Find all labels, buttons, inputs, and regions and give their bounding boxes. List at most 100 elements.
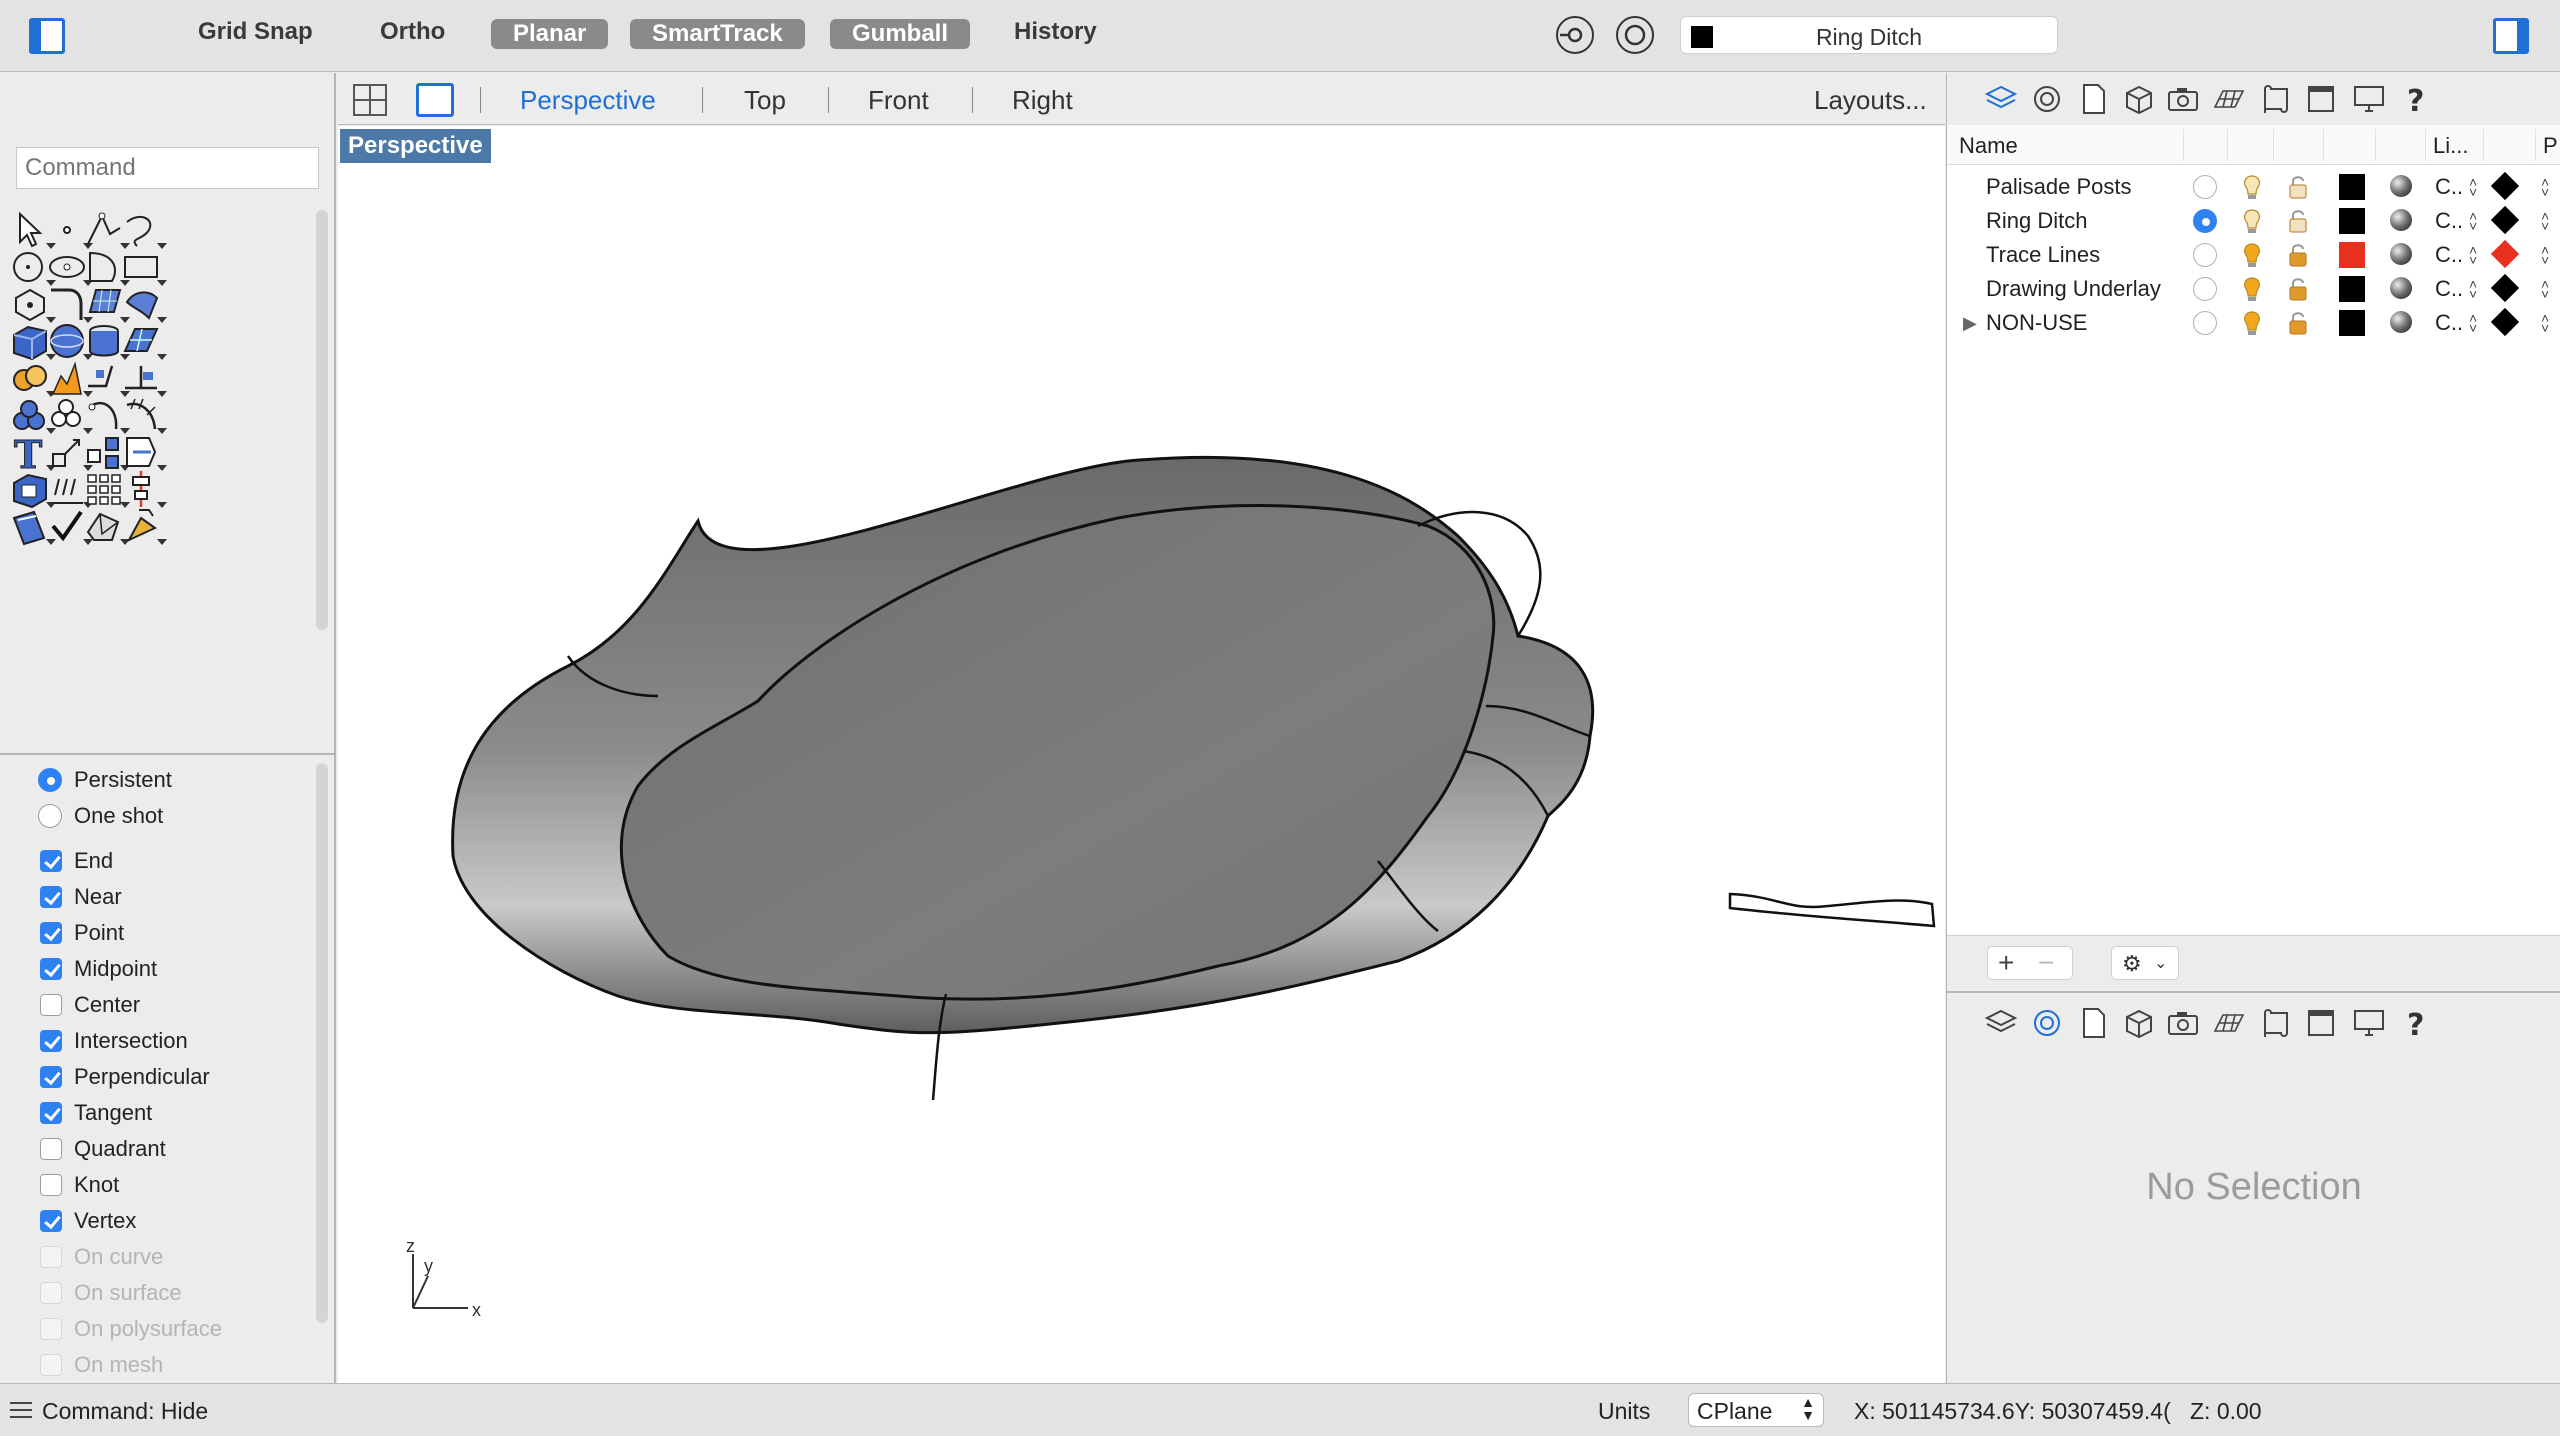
tool-palette-scrollbar[interactable]: [316, 210, 328, 630]
layer-color-swatch[interactable]: [2339, 174, 2365, 200]
panel-divider[interactable]: [0, 753, 336, 755]
layer-linetype[interactable]: C..: [2435, 174, 2463, 200]
lightbulb-icon[interactable]: [2239, 241, 2265, 269]
layer-name[interactable]: NON-USE: [1986, 310, 2087, 336]
units-label[interactable]: Units: [1598, 1398, 1650, 1425]
checkbox[interactable]: [40, 1174, 62, 1196]
osnap-near[interactable]: Near: [36, 880, 296, 910]
record-history-icon[interactable]: [1556, 16, 1594, 54]
linetype-stepper-icon[interactable]: ˄ ˅: [2469, 311, 2477, 335]
checkbox[interactable]: [40, 1066, 62, 1088]
layer-options-button[interactable]: ⚙ ⌄: [2111, 946, 2179, 980]
perspective-viewport[interactable]: z y x Perspective: [338, 126, 1945, 1383]
lightbulb-icon[interactable]: [2239, 275, 2265, 303]
help-icon[interactable]: ?: [2399, 1005, 2435, 1043]
osnap-intersection[interactable]: Intersection: [36, 1024, 296, 1054]
ortho-toggle[interactable]: Ortho: [380, 18, 445, 46]
osnap-tangent[interactable]: Tangent: [36, 1096, 296, 1126]
osnap-mode-persistent[interactable]: Persistent: [36, 763, 296, 793]
monitor-icon[interactable]: [2351, 1005, 2387, 1041]
layer-row[interactable]: Ring Ditch C.. ˄ ˅ ˄ ˅: [1947, 203, 2560, 237]
panel-divider[interactable]: [1947, 991, 2560, 993]
print-color-icon[interactable]: [2490, 239, 2520, 269]
add-layer-button[interactable]: +: [1998, 947, 2014, 979]
lock-icon[interactable]: [2285, 309, 2311, 337]
osnap-target-icon[interactable]: [1616, 16, 1654, 54]
material-sphere-icon[interactable]: [2390, 243, 2412, 265]
layer-name[interactable]: Trace Lines: [1986, 242, 2100, 268]
osnap-point[interactable]: Point: [36, 916, 296, 946]
print-stepper-icon[interactable]: ˄ ˅: [2541, 209, 2549, 233]
lightbulb-icon[interactable]: [2239, 207, 2265, 235]
layer-color-swatch[interactable]: [2339, 310, 2365, 336]
left-sidebar-toggle-icon[interactable]: [29, 18, 65, 54]
lock-icon[interactable]: [2285, 241, 2311, 269]
column-name[interactable]: Name: [1959, 133, 2018, 159]
linetype-stepper-icon[interactable]: ˄ ˅: [2469, 243, 2477, 267]
lightbulb-icon[interactable]: [2239, 309, 2265, 337]
help-icon[interactable]: ?: [2399, 81, 2435, 119]
osnap-vertex[interactable]: Vertex: [36, 1204, 296, 1234]
expand-arrow-icon[interactable]: ▶: [1963, 313, 1977, 334]
tab-perspective[interactable]: Perspective: [520, 85, 656, 116]
display-icon[interactable]: [2303, 81, 2339, 117]
print-stepper-icon[interactable]: ˄ ˅: [2541, 175, 2549, 199]
tab-right[interactable]: Right: [1012, 85, 1073, 116]
camera-icon[interactable]: [2165, 81, 2201, 117]
planar-toggle[interactable]: Planar: [491, 19, 609, 49]
linetype-stepper-icon[interactable]: ˄ ˅: [2469, 277, 2477, 301]
display-icon[interactable]: [2303, 1005, 2339, 1041]
remove-layer-button[interactable]: −: [2038, 947, 2054, 979]
layer-linetype[interactable]: C..: [2435, 242, 2463, 268]
osnap-quadrant[interactable]: Quadrant: [36, 1132, 296, 1162]
material-sphere-icon[interactable]: [2390, 209, 2412, 231]
osnap-knot[interactable]: Knot: [36, 1168, 296, 1198]
layer-row[interactable]: Drawing Underlay C.. ˄ ˅ ˄ ˅: [1947, 271, 2560, 305]
osnap-center[interactable]: Center: [36, 988, 296, 1018]
column-print[interactable]: P: [2543, 133, 2558, 159]
camera-icon[interactable]: [2165, 1005, 2201, 1041]
layers-icon[interactable]: [1983, 1005, 2019, 1041]
print-color-icon[interactable]: [2490, 273, 2520, 303]
viewport-title[interactable]: Perspective: [340, 129, 491, 163]
object-cube-icon[interactable]: [2121, 1005, 2157, 1041]
tab-top[interactable]: Top: [744, 85, 786, 116]
history-toggle[interactable]: History: [1014, 18, 1097, 46]
document-icon[interactable]: [2075, 81, 2111, 117]
cplane-selector[interactable]: CPlane ▲ ▼: [1688, 1393, 1824, 1427]
radio-button[interactable]: [38, 768, 62, 792]
lock-icon[interactable]: [2285, 275, 2311, 303]
layer-color-swatch[interactable]: [2339, 208, 2365, 234]
command-input[interactable]: [16, 147, 319, 189]
lock-icon[interactable]: [2285, 173, 2311, 201]
linetype-stepper-icon[interactable]: ˄ ˅: [2469, 175, 2477, 199]
checkbox[interactable]: [40, 1210, 62, 1232]
print-color-icon[interactable]: [2490, 171, 2520, 201]
layer-name[interactable]: Ring Ditch: [1986, 208, 2087, 234]
layer-linetype[interactable]: C..: [2435, 276, 2463, 302]
layer-color-swatch[interactable]: [2339, 276, 2365, 302]
model-scene[interactable]: z y x: [338, 126, 1945, 1383]
osnap-scrollbar[interactable]: [316, 763, 328, 1323]
right-sidebar-toggle-icon[interactable]: [2493, 18, 2529, 54]
current-layer-selector[interactable]: Ring Ditch: [1680, 16, 2058, 54]
current-layer-radio[interactable]: [2193, 209, 2217, 233]
checkbox[interactable]: [40, 850, 62, 872]
print-color-icon[interactable]: [2490, 205, 2520, 235]
object-properties-icon[interactable]: [2029, 1005, 2065, 1041]
radio-button[interactable]: [38, 804, 62, 828]
osnap-mode-one-shot[interactable]: One shot: [36, 799, 296, 829]
column-linetype[interactable]: Li...: [2433, 133, 2468, 159]
layouts-button[interactable]: Layouts...: [1814, 85, 1927, 116]
osnap-perpendicular[interactable]: Perpendicular: [36, 1060, 296, 1090]
checkbox[interactable]: [40, 994, 62, 1016]
checkbox[interactable]: [40, 958, 62, 980]
layer-row[interactable]: ▶ NON-USE C.. ˄ ˅ ˄ ˅: [1947, 305, 2560, 339]
checkbox[interactable]: [40, 922, 62, 944]
object-properties-icon[interactable]: [2029, 81, 2065, 117]
gumball-toggle[interactable]: Gumball: [830, 19, 971, 49]
monitor-icon[interactable]: [2351, 81, 2387, 117]
grid-snap-toggle[interactable]: Grid Snap: [198, 18, 313, 46]
command-history-icon[interactable]: [8, 1400, 34, 1420]
trace-curve[interactable]: [1728, 892, 1936, 928]
